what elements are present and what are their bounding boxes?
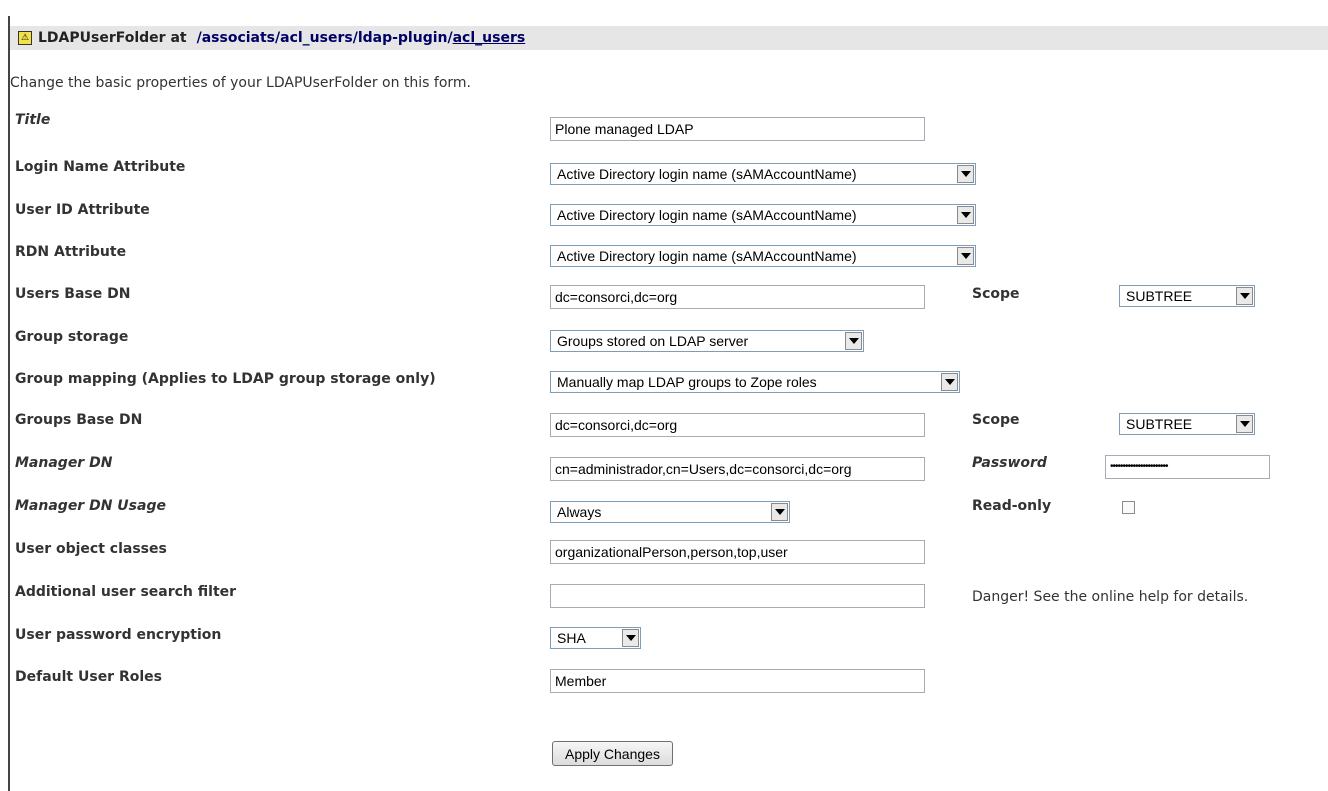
chevron-down-icon[interactable]	[957, 165, 974, 183]
groups-base-dn-label: Groups Base DN	[15, 412, 143, 428]
group-storage-label: Group storage	[15, 329, 129, 345]
chevron-down-icon[interactable]	[941, 373, 958, 391]
chevron-down-icon[interactable]	[771, 503, 788, 521]
login-name-attribute-value: Active Directory login name (sAMAccountN…	[557, 166, 857, 182]
group-storage-value: Groups stored on LDAP server	[557, 333, 749, 349]
rdn-attribute-select[interactable]: Active Directory login name (sAMAccountN…	[550, 245, 976, 267]
breadcrumb: /associats/acl_users/ldap-plugin/acl_use…	[197, 30, 526, 46]
users-scope-select[interactable]: SUBTREE	[1119, 285, 1255, 307]
user-id-attribute-value: Active Directory login name (sAMAccountN…	[557, 207, 857, 223]
login-name-attribute-select[interactable]: Active Directory login name (sAMAccountN…	[550, 163, 976, 185]
manager-dn-usage-select[interactable]: Always	[550, 501, 790, 523]
chevron-down-icon[interactable]	[957, 247, 974, 265]
title-label: Title	[15, 112, 51, 128]
breadcrumb-link-acl-users[interactable]: acl_users	[453, 30, 526, 46]
title-bar: ⚠ LDAPUserFolder at /associats/acl_users…	[10, 26, 1328, 50]
groups-scope-value: SUBTREE	[1126, 416, 1193, 432]
group-mapping-select[interactable]: Manually map LDAP groups to Zope roles	[550, 371, 960, 393]
chevron-down-icon[interactable]	[1236, 287, 1253, 305]
chevron-down-icon[interactable]	[845, 332, 862, 350]
manager-dn-usage-value: Always	[557, 504, 602, 520]
password-encryption-label: User password encryption	[15, 627, 222, 643]
apply-changes-button[interactable]: Apply Changes	[552, 741, 673, 766]
read-only-checkbox[interactable]	[1122, 501, 1135, 514]
user-object-classes-label: User object classes	[15, 541, 167, 557]
left-frame-border	[8, 16, 10, 791]
groups-scope-select[interactable]: SUBTREE	[1119, 413, 1255, 435]
password-encryption-value: SHA	[557, 630, 586, 646]
password-label: Password	[972, 455, 1047, 471]
chevron-down-icon[interactable]	[957, 206, 974, 224]
group-mapping-value: Manually map LDAP groups to Zope roles	[557, 374, 817, 390]
title-input[interactable]: Plone managed LDAP	[550, 117, 925, 141]
rdn-attribute-label: RDN Attribute	[15, 244, 127, 260]
user-id-attribute-label: User ID Attribute	[15, 202, 150, 218]
rdn-attribute-value: Active Directory login name (sAMAccountN…	[557, 248, 857, 264]
users-base-dn-input[interactable]: dc=consorci,dc=org	[550, 285, 925, 309]
ldap-folder-icon: ⚠	[18, 31, 32, 45]
user-object-classes-input[interactable]: organizationalPerson,person,top,user	[550, 540, 925, 564]
default-user-roles-input[interactable]: Member	[550, 669, 925, 693]
manager-dn-usage-label: Manager DN Usage	[15, 498, 166, 514]
additional-filter-label: Additional user search filter	[15, 584, 237, 600]
users-scope-label: Scope	[972, 286, 1020, 302]
user-id-attribute-select[interactable]: Active Directory login name (sAMAccountN…	[550, 204, 976, 226]
group-storage-select[interactable]: Groups stored on LDAP server	[550, 330, 864, 352]
manager-dn-label: Manager DN	[15, 455, 113, 471]
password-input[interactable]: •••••••••••••••••••••••	[1105, 455, 1270, 479]
breadcrumb-path[interactable]: /associats/acl_users/ldap-plugin/	[197, 30, 453, 46]
header-label: LDAPUserFolder at	[38, 30, 187, 46]
default-user-roles-label: Default User Roles	[15, 669, 162, 685]
groups-base-dn-input[interactable]: dc=consorci,dc=org	[550, 413, 925, 437]
danger-note: Danger! See the online help for details.	[972, 589, 1249, 605]
group-mapping-label: Group mapping (Applies to LDAP group sto…	[15, 371, 436, 387]
users-base-dn-label: Users Base DN	[15, 286, 131, 302]
manager-dn-input[interactable]: cn=administrador,cn=Users,dc=consorci,dc…	[550, 457, 925, 481]
read-only-label: Read-only	[972, 498, 1052, 514]
password-encryption-select[interactable]: SHA	[550, 627, 641, 649]
chevron-down-icon[interactable]	[1236, 415, 1253, 433]
chevron-down-icon[interactable]	[622, 629, 639, 647]
intro-text: Change the basic properties of your LDAP…	[10, 75, 471, 91]
groups-scope-label: Scope	[972, 412, 1020, 428]
users-scope-value: SUBTREE	[1126, 288, 1193, 304]
login-name-attribute-label: Login Name Attribute	[15, 159, 186, 175]
additional-filter-input[interactable]	[550, 584, 925, 608]
